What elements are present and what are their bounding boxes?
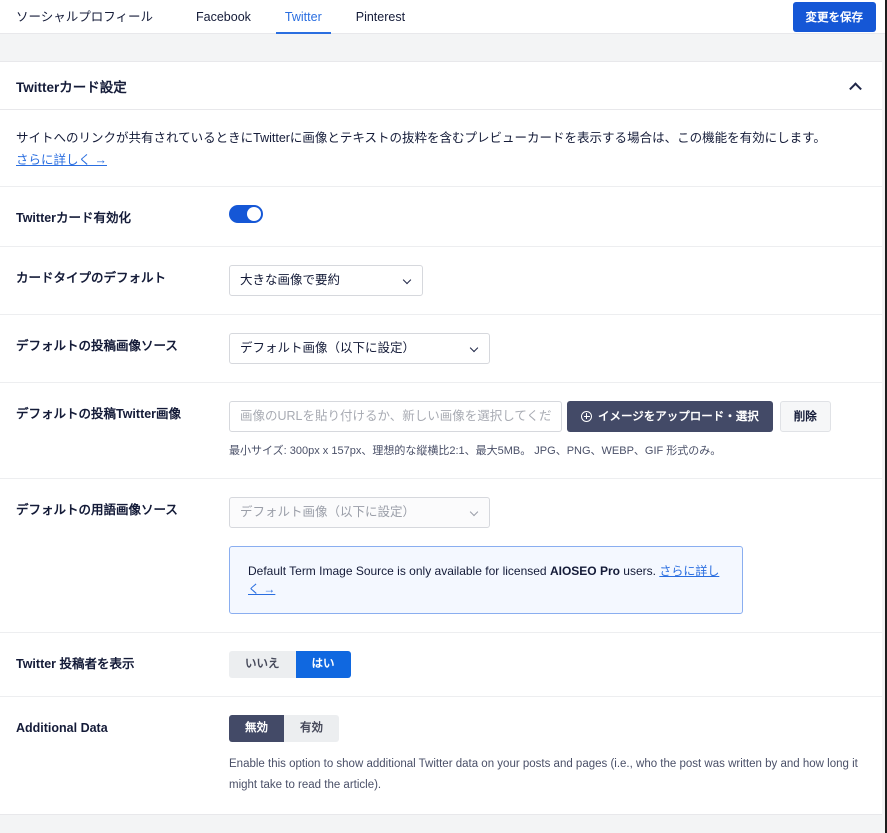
upload-select-image-button[interactable]: イメージをアップロード・選択 [567, 400, 773, 432]
show-twitter-author-button-group: いいえ はい [229, 651, 351, 679]
show-twitter-author-option-yes[interactable]: はい [295, 651, 351, 679]
card-title: Twitterカード設定 [16, 79, 127, 95]
row-label-enable-twitter-card: Twitterカード有効化 [16, 210, 132, 225]
row-label-default-term-image-source: デフォルトの用語画像ソース [16, 503, 178, 518]
image-requirements-helper-text: 最小サイズ: 300px x 157px、理想的な縦横比2:1、最大5MB。 J… [229, 444, 722, 457]
tab-facebook[interactable]: Facebook [179, 0, 268, 34]
show-twitter-author-option-no[interactable]: いいえ [229, 651, 296, 679]
chevron-down-icon [469, 343, 479, 352]
chevron-down-icon [469, 508, 479, 517]
row-label-default-post-image-source: デフォルトの投稿画像ソース [16, 338, 178, 353]
row-label-show-twitter-author: Twitter 投稿者を表示 [16, 657, 135, 672]
card-header[interactable]: Twitterカード設定 [0, 62, 882, 110]
default-term-image-source-select: デフォルト画像（以下に設定） [229, 497, 490, 529]
row-control-additional-data: 無効 有効 Enable this option to show additio… [229, 715, 866, 795]
pro-notice-prefix: Default Term Image Source is only availa… [248, 564, 550, 579]
image-upload-controls: イメージをアップロード・選択 削除 [229, 400, 866, 432]
default-card-type-value: 大きな画像で要約 [240, 272, 341, 287]
default-term-image-source-value: デフォルト画像（以下に設定） [240, 505, 416, 520]
spacer-strip [0, 34, 885, 61]
row-default-card-type: カードタイプのデフォルト 大きな画像で要約 [0, 245, 882, 314]
tab-pinterest[interactable]: Pinterest [339, 0, 422, 34]
row-control-show-twitter-author: いいえ はい [229, 651, 866, 679]
row-control-enable-twitter-card [229, 204, 866, 228]
default-card-type-select[interactable]: 大きな画像で要約 [229, 264, 423, 296]
default-post-image-source-value: デフォルト画像（以下に設定） [240, 340, 416, 355]
row-show-twitter-author: Twitter 投稿者を表示 いいえ はい [0, 632, 882, 696]
row-label-additional-data: Additional Data [16, 721, 108, 736]
topbar-left-group: ソーシャルプロフィール Facebook Twitter Pinterest [8, 0, 422, 34]
pro-upgrade-notice: Default Term Image Source is only availa… [229, 546, 743, 615]
row-label-default-card-type: カードタイプのデフォルト [16, 270, 167, 285]
intro-description: サイトへのリンクが共有されているときにTwitterに画像とテキストの抜粋を含む… [0, 110, 855, 186]
intro-learn-more-link[interactable]: さらに詳しく → [16, 153, 107, 167]
row-default-term-image-source: デフォルトの用語画像ソース デフォルト画像（以下に設定） Default Ter… [0, 478, 882, 632]
additional-data-option-enabled[interactable]: 有効 [284, 715, 339, 743]
toggle-knob [247, 206, 261, 221]
tab-twitter[interactable]: Twitter [268, 0, 339, 34]
delete-image-button[interactable]: 削除 [779, 400, 831, 432]
row-enable-twitter-card: Twitterカード有効化 [0, 185, 882, 246]
settings-page: ソーシャルプロフィール Facebook Twitter Pinterest 変… [0, 0, 887, 833]
intro-text: サイトへのリンクが共有されているときにTwitterに画像とテキストの抜粋を含む… [16, 131, 826, 145]
top-navigation-bar: ソーシャルプロフィール Facebook Twitter Pinterest 変… [0, 0, 885, 34]
pro-notice-product-name: AIOSEO Pro [549, 564, 620, 579]
enable-twitter-card-toggle[interactable] [229, 204, 263, 223]
twitter-card-settings-panel: Twitterカード設定 サイトへのリンクが共有されているときにTwitterに… [0, 61, 882, 815]
chevron-down-icon [402, 275, 412, 284]
pro-notice-suffix: users. [619, 564, 660, 579]
row-additional-data: Additional Data 無効 有効 Enable this option… [0, 696, 882, 813]
row-control-default-card-type: 大きな画像で要約 [229, 264, 866, 296]
row-control-default-post-twitter-image: イメージをアップロード・選択 削除 最小サイズ: 300px x 157px、理… [229, 400, 866, 461]
additional-data-button-group: 無効 有効 [229, 715, 339, 743]
social-profiles-title: ソーシャルプロフィール [16, 10, 154, 24]
additional-data-option-disabled[interactable]: 無効 [229, 715, 284, 743]
upload-select-image-label: イメージをアップロード・選択 [598, 411, 759, 424]
row-control-default-term-image-source: デフォルト画像（以下に設定） Default Term Image Source… [229, 497, 866, 615]
additional-data-description: Enable this option to show additional Tw… [229, 758, 858, 792]
row-label-default-post-twitter-image: デフォルトの投稿Twitter画像 [16, 406, 182, 421]
row-control-default-post-image-source: デフォルト画像（以下に設定） [229, 332, 866, 364]
card-body: サイトへのリンクが共有されているときにTwitterに画像とテキストの抜粋を含む… [0, 110, 882, 814]
row-default-post-image-source: デフォルトの投稿画像ソース デフォルト画像（以下に設定） [0, 313, 882, 382]
row-default-post-twitter-image: デフォルトの投稿Twitter画像 イメージをアップロード・選択 削除 最小サイ… [0, 381, 882, 479]
chevron-up-icon[interactable] [849, 81, 862, 95]
settings-tabs: Facebook Twitter Pinterest [179, 0, 422, 34]
image-url-input[interactable] [229, 400, 562, 432]
save-changes-button[interactable]: 変更を保存 [792, 2, 876, 32]
default-post-image-source-select[interactable]: デフォルト画像（以下に設定） [229, 332, 490, 364]
plus-circle-icon [581, 410, 592, 422]
